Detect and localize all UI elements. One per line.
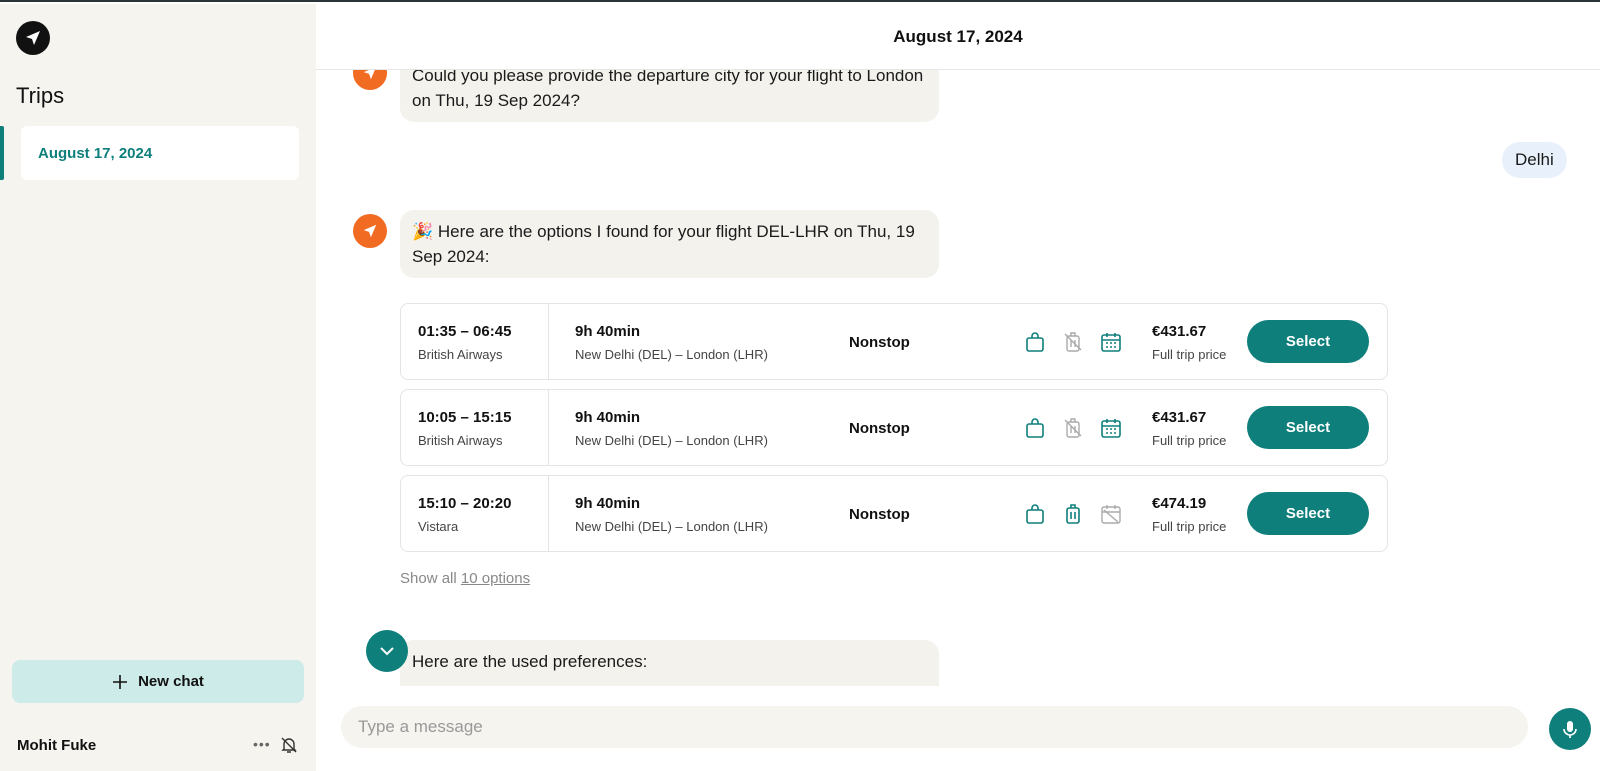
flight-times: 10:05 – 15:15	[418, 409, 512, 426]
new-chat-button[interactable]: New chat	[12, 660, 304, 703]
show-all-options-link[interactable]: 10 options	[461, 570, 530, 587]
calendar-change-icon	[1101, 333, 1121, 352]
flight-airline: British Airways	[418, 347, 503, 362]
flight-airline: Vistara	[418, 519, 459, 534]
flight-times: 01:35 – 06:45	[418, 323, 512, 340]
flight-price: €431.67	[1152, 409, 1207, 426]
select-flight-button[interactable]: Select	[1247, 492, 1369, 535]
assistant-avatar-icon	[353, 214, 387, 248]
show-all-prefix: Show all	[400, 570, 457, 587]
sidebar: Trips August 17, 2024 New chat Mohit Fuk…	[0, 4, 316, 771]
flight-stops: Nonstop	[849, 420, 910, 437]
flight-stops: Nonstop	[849, 334, 910, 351]
card-divider	[548, 304, 549, 379]
flight-route: New Delhi (DEL) – London (LHR)	[575, 433, 768, 448]
trips-heading: Trips	[16, 83, 65, 108]
select-flight-button[interactable]: Select	[1247, 406, 1369, 449]
flight-airline: British Airways	[418, 433, 503, 448]
trip-item[interactable]: August 17, 2024	[21, 126, 299, 180]
plus-icon	[113, 674, 128, 689]
flight-stops: Nonstop	[849, 506, 910, 523]
price-label: Full trip price	[1152, 347, 1227, 362]
personal-bag-icon	[1026, 332, 1044, 352]
calendar-change-icon	[1101, 419, 1121, 438]
flight-route: New Delhi (DEL) – London (LHR)	[575, 519, 768, 534]
no-calendar-change-icon	[1101, 505, 1121, 524]
price-label: Full trip price	[1152, 433, 1227, 448]
personal-bag-icon	[1026, 418, 1044, 438]
assistant-message: Could you please provide the departure c…	[400, 70, 939, 122]
app-logo-icon[interactable]	[16, 21, 50, 55]
flight-option-card[interactable]: 15:10 – 20:20 Vistara 9h 40min New Delhi…	[400, 475, 1388, 552]
show-all-options: Show all 10 options	[400, 570, 530, 587]
more-options-icon[interactable]: •••	[253, 736, 271, 752]
card-divider	[548, 476, 549, 551]
page-title: August 17, 2024	[893, 26, 1023, 46]
flight-duration: 9h 40min	[575, 495, 641, 512]
microphone-icon	[1563, 721, 1577, 738]
assistant-message: Here are the used preferences:	[400, 640, 939, 686]
user-name[interactable]: Mohit Fuke	[17, 737, 96, 754]
flight-option-card[interactable]: 10:05 – 15:15 British Airways 9h 40min N…	[400, 389, 1388, 466]
no-luggage-icon	[1064, 332, 1082, 352]
microphone-button[interactable]	[1549, 708, 1591, 750]
flight-duration: 9h 40min	[575, 409, 641, 426]
notifications-off-icon[interactable]	[279, 735, 299, 760]
flight-duration: 9h 40min	[575, 323, 641, 340]
no-luggage-icon	[1064, 418, 1082, 438]
new-chat-label: New chat	[138, 673, 204, 690]
flight-price: €431.67	[1152, 323, 1207, 340]
flight-times: 15:10 – 20:20	[418, 495, 512, 512]
select-flight-button[interactable]: Select	[1247, 320, 1369, 363]
chevron-down-icon	[380, 647, 394, 656]
chat-header: August 17, 2024	[316, 4, 1600, 70]
card-divider	[548, 390, 549, 465]
assistant-avatar-icon	[353, 70, 387, 90]
flight-price: €474.19	[1152, 495, 1207, 512]
assistant-message: 🎉 Here are the options I found for your …	[400, 210, 939, 278]
active-trip-indicator	[0, 126, 4, 180]
price-label: Full trip price	[1152, 519, 1227, 534]
scroll-down-button[interactable]	[366, 630, 408, 672]
personal-bag-icon	[1026, 504, 1044, 524]
user-message: Delhi	[1502, 142, 1567, 178]
flight-route: New Delhi (DEL) – London (LHR)	[575, 347, 768, 362]
chat-thread[interactable]: Could you please provide the departure c…	[316, 70, 1600, 686]
message-input[interactable]	[341, 706, 1528, 748]
flight-option-card[interactable]: 01:35 – 06:45 British Airways 9h 40min N…	[400, 303, 1388, 380]
luggage-icon	[1066, 504, 1080, 524]
